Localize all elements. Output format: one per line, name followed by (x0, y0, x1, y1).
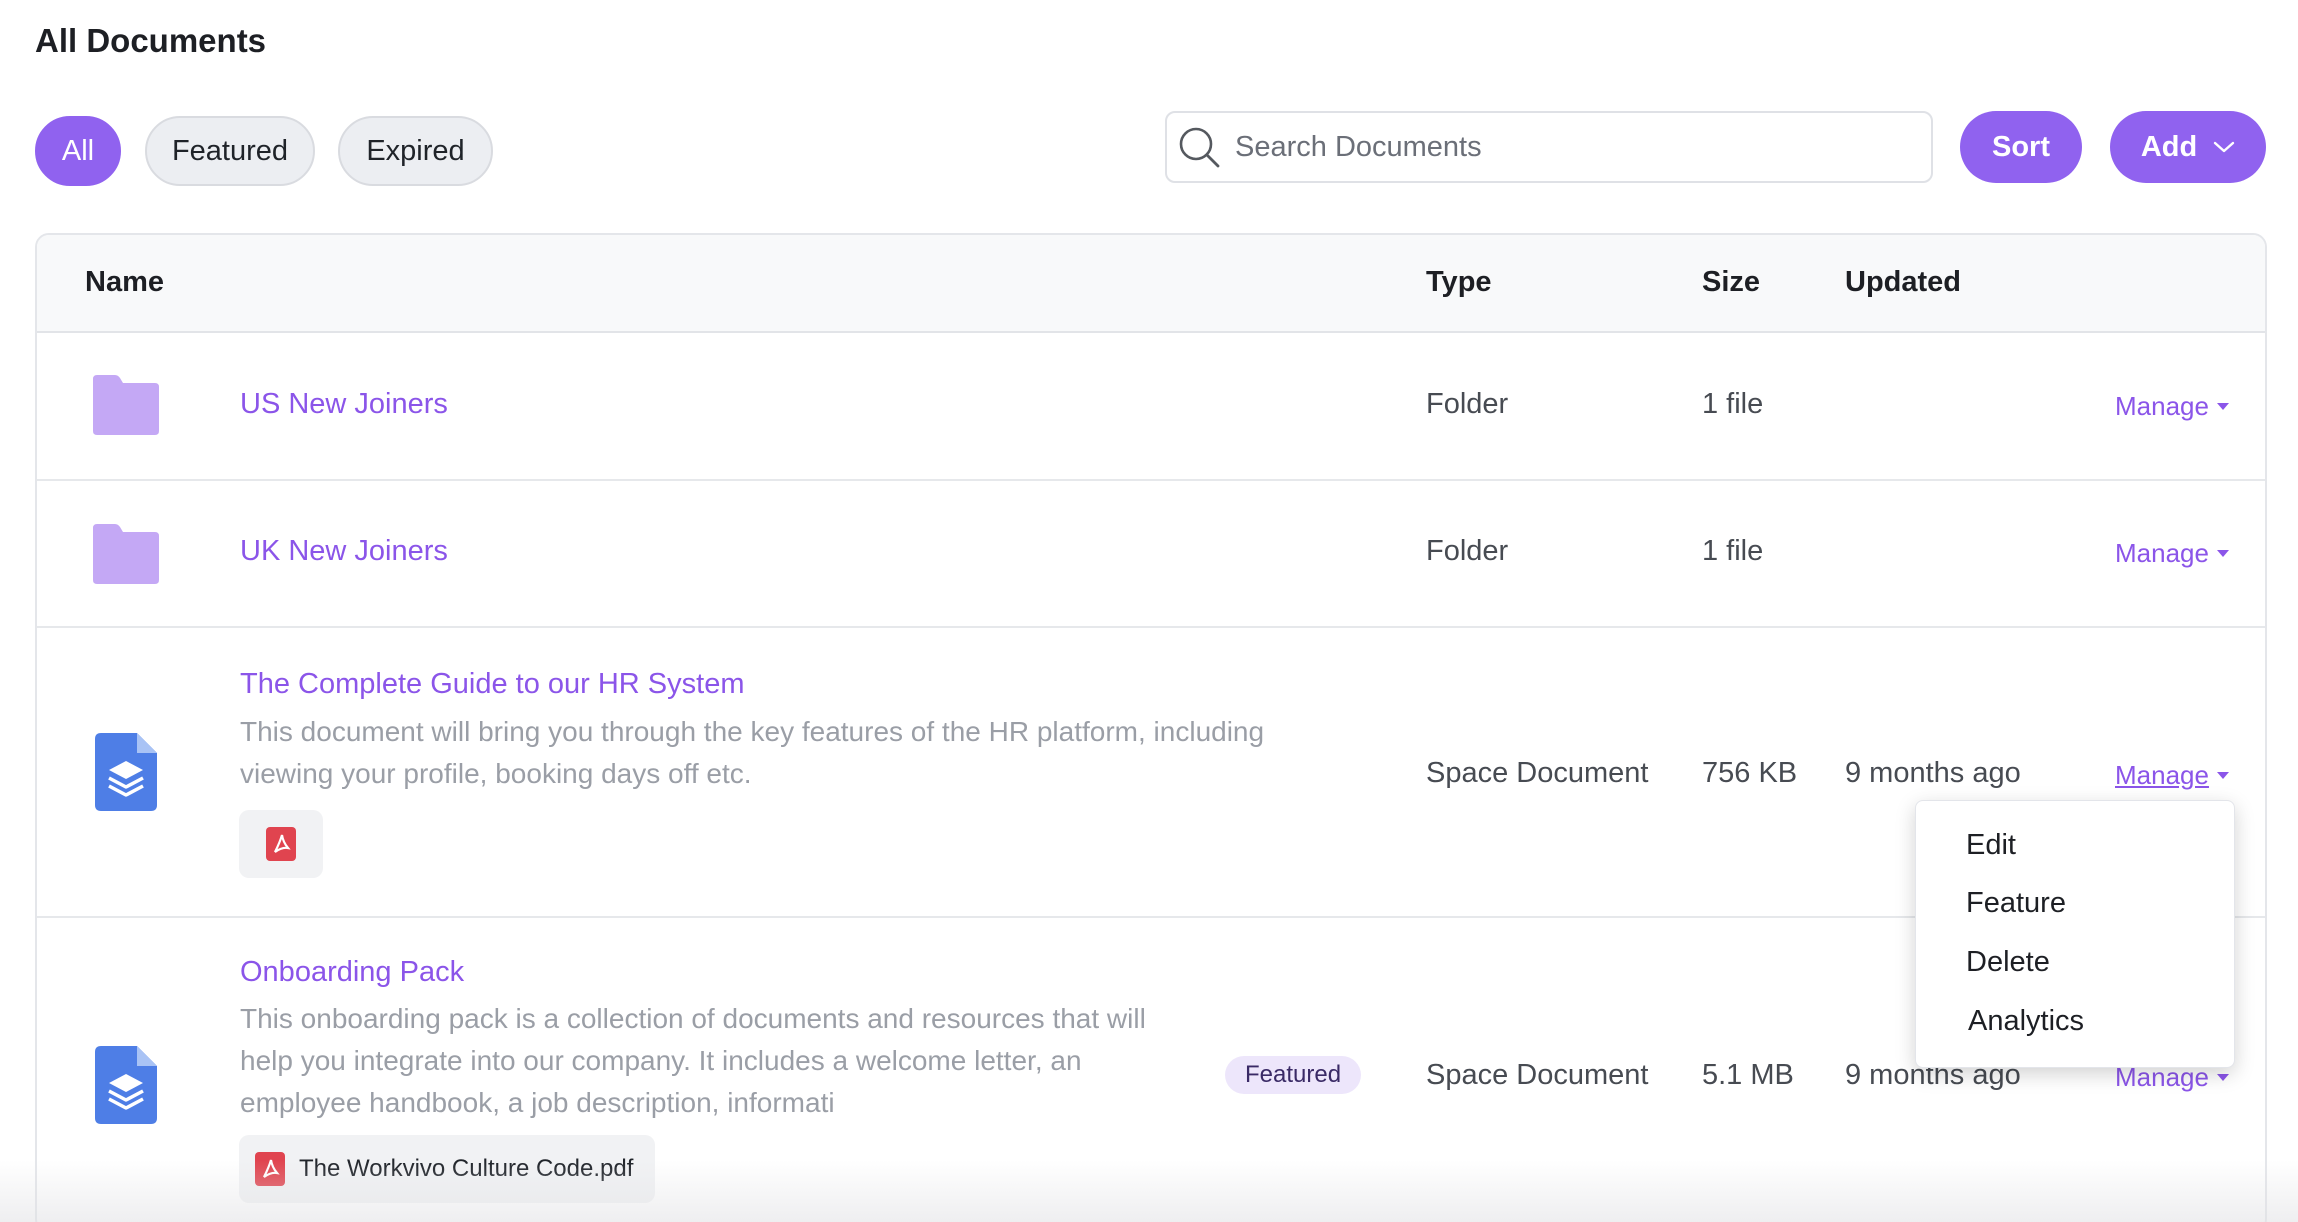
search-icon (1179, 127, 1220, 168)
manage-dropdown-menu: Edit Feature Delete Analytics (1915, 800, 2235, 1068)
size-cell: 1 file (1702, 535, 1764, 567)
document-description: This onboarding pack is a collection of … (240, 998, 1350, 1124)
description-line: This document will bring you through the… (240, 716, 1265, 747)
column-header-updated: Updated (1845, 266, 1961, 298)
pdf-icon (255, 1152, 285, 1186)
add-button-label: Add (2140, 130, 2198, 163)
menu-item-delete[interactable]: Delete (1966, 946, 2050, 979)
document-title-link[interactable]: The Complete Guide to our HR System (240, 668, 744, 701)
folder-icon (93, 524, 159, 584)
chevron-down-icon (2213, 141, 2235, 153)
attachment-chip[interactable]: The Workvivo Culture Code.pdf (239, 1135, 655, 1203)
description-line: viewing your profile, booking days off e… (240, 758, 752, 789)
document-title-link[interactable]: Onboarding Pack (240, 956, 464, 989)
manage-dropdown-button[interactable]: Manage (2115, 391, 2229, 422)
description-line: employee handbook, a job description, in… (240, 1087, 835, 1118)
description-line: help you integrate into our company. It … (240, 1045, 1082, 1076)
filter-all-button[interactable]: All (35, 116, 121, 186)
manage-label: Manage (2115, 760, 2209, 790)
menu-item-edit[interactable]: Edit (1966, 829, 2016, 862)
featured-badge: Featured (1225, 1056, 1362, 1094)
attachment-chip[interactable] (239, 810, 323, 878)
search-box[interactable] (1165, 111, 1933, 183)
add-button[interactable]: Add (2110, 111, 2266, 183)
table-header: Name Type Size Updated (37, 235, 2265, 333)
caret-down-icon (2216, 403, 2229, 410)
type-cell: Folder (1426, 388, 1509, 420)
type-cell: Space Document (1426, 757, 1649, 789)
caret-down-icon (2216, 550, 2229, 557)
filter-featured-button[interactable]: Featured (145, 116, 315, 186)
page-title: All Documents (35, 22, 267, 59)
type-cell: Space Document (1426, 1059, 1649, 1091)
table-row: UK New Joiners Folder 1 file Manage (37, 481, 2265, 628)
folder-title-link[interactable]: US New Joiners (240, 388, 448, 421)
manage-dropdown-button[interactable]: Manage (2115, 760, 2229, 791)
filter-expired-button[interactable]: Expired (338, 116, 493, 186)
column-header-name: Name (85, 266, 164, 298)
manage-dropdown-button[interactable]: Manage (2115, 538, 2229, 569)
space-document-icon (95, 1046, 157, 1124)
size-cell: 5.1 MB (1702, 1059, 1794, 1091)
document-description: This document will bring you through the… (240, 711, 1350, 795)
sort-button[interactable]: Sort (1960, 111, 2082, 183)
folder-icon (93, 375, 159, 435)
caret-down-icon (2216, 1074, 2229, 1081)
documents-table: Name Type Size Updated US New Joiners Fo… (35, 233, 2267, 1222)
description-line: This onboarding pack is a collection of … (240, 1003, 1146, 1034)
updated-cell: 9 months ago (1845, 757, 2021, 789)
menu-item-analytics[interactable]: Analytics (1968, 1005, 2084, 1038)
size-cell: 756 KB (1702, 757, 1798, 789)
column-header-type: Type (1426, 266, 1492, 298)
search-input[interactable] (1235, 130, 1895, 164)
folder-title-link[interactable]: UK New Joiners (240, 535, 448, 568)
column-header-size: Size (1702, 266, 1761, 298)
pdf-icon (266, 827, 296, 861)
table-row: US New Joiners Folder 1 file Manage (37, 333, 2265, 481)
caret-down-icon (2216, 772, 2229, 779)
manage-label: Manage (2115, 391, 2209, 421)
space-document-icon (95, 733, 157, 811)
menu-item-feature[interactable]: Feature (1966, 887, 2066, 920)
attachment-filename: The Workvivo Culture Code.pdf (299, 1155, 634, 1182)
manage-label: Manage (2115, 538, 2209, 568)
size-cell: 1 file (1702, 388, 1764, 420)
type-cell: Folder (1426, 535, 1509, 567)
